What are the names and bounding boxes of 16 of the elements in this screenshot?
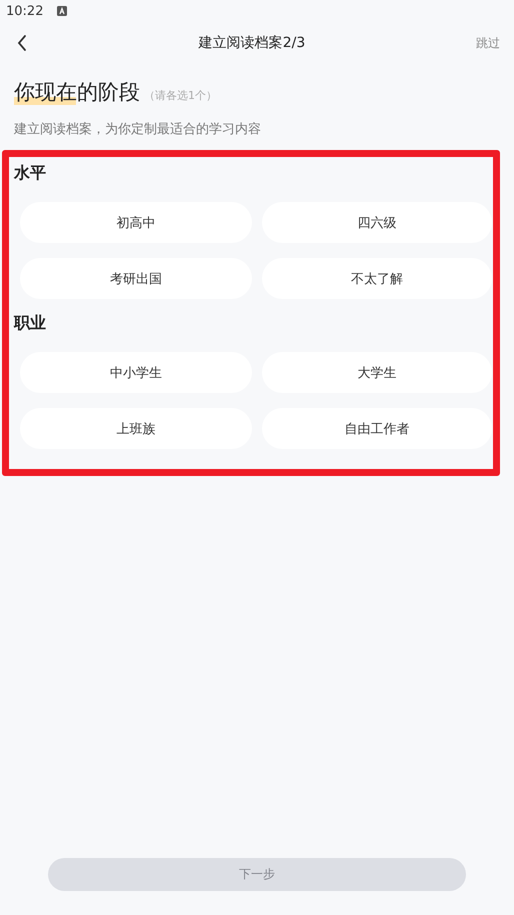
- status-time: 10:22: [6, 4, 44, 18]
- option-button[interactable]: 不太了解: [262, 258, 492, 299]
- selection-hint: （请各选1个）: [144, 88, 217, 103]
- page-title: 建立阅读档案2/3: [198, 34, 306, 52]
- option-button[interactable]: 初高中: [20, 202, 252, 243]
- option-button[interactable]: 自由工作者: [262, 408, 492, 449]
- category-title: 水平: [14, 163, 47, 184]
- option-button[interactable]: 考研出国: [20, 258, 252, 299]
- back-icon[interactable]: [16, 34, 28, 52]
- option-button[interactable]: 大学生: [262, 352, 492, 393]
- option-button[interactable]: 四六级: [262, 202, 492, 243]
- option-button[interactable]: 中小学生: [20, 352, 252, 393]
- category-title: 职业: [14, 313, 47, 334]
- option-button[interactable]: 上班族: [20, 408, 252, 449]
- subtitle: 建立阅读档案，为你定制最适合的学习内容: [14, 121, 262, 138]
- notification-icon: [57, 6, 68, 16]
